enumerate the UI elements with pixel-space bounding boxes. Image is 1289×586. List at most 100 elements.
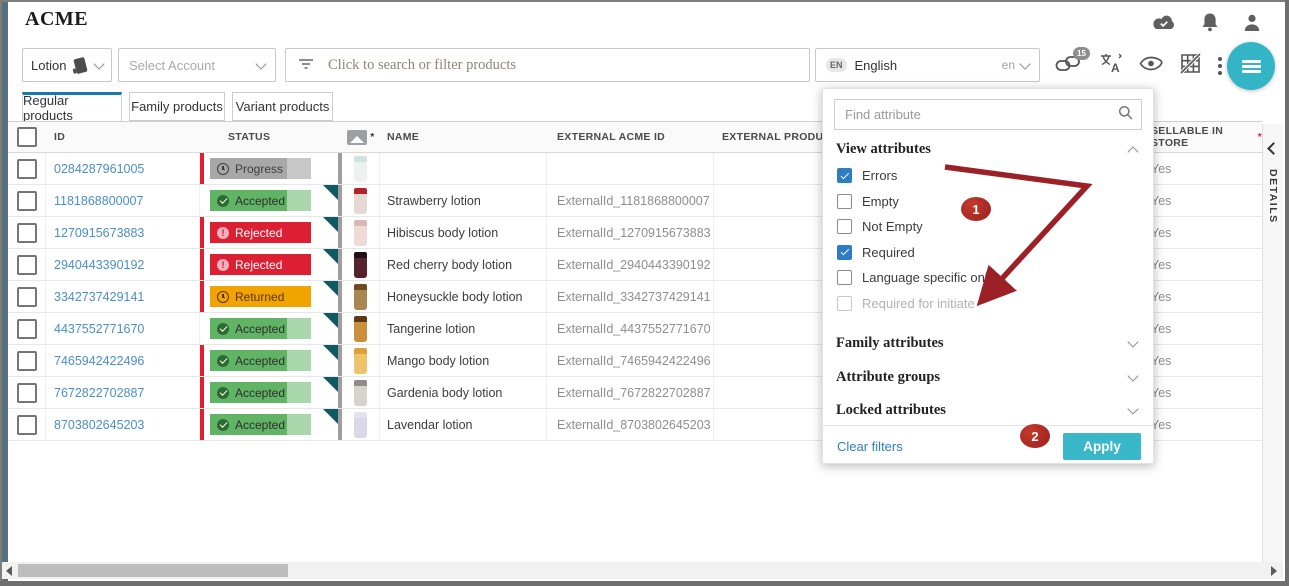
row-id-link[interactable]: 1270915673883 <box>54 226 144 240</box>
menu-fab-button[interactable] <box>1227 42 1275 90</box>
product-thumbnail[interactable] <box>354 220 367 246</box>
section-attribute-groups[interactable]: Attribute groups <box>836 369 1137 386</box>
app-logo: ACME <box>25 8 88 31</box>
col-header-image[interactable]: * <box>342 122 380 152</box>
chevron-down-icon <box>1019 58 1030 69</box>
status-badge: Accepted <box>210 414 311 435</box>
row-id-link[interactable]: 4437552771670 <box>54 322 144 336</box>
option-checkbox[interactable] <box>837 194 852 209</box>
col-header-name[interactable]: NAME <box>380 122 547 152</box>
option-label: Errors <box>862 168 897 183</box>
translate-icon[interactable]: A <box>1098 52 1122 79</box>
error-indicator <box>200 345 204 376</box>
product-thumbnail[interactable] <box>354 380 367 406</box>
app-window: ACME Lotion Select Account EN English en <box>0 0 1289 586</box>
col-header-status[interactable]: STATUS <box>200 122 338 152</box>
collapse-left-icon[interactable] <box>1267 142 1280 155</box>
cloud-sync-icon[interactable] <box>1151 13 1177 31</box>
col-header-id[interactable]: ID <box>46 122 200 152</box>
filter-option[interactable]: Errors <box>837 163 1139 189</box>
product-thumbnail[interactable] <box>354 348 367 374</box>
image-icon <box>347 130 367 145</box>
notifications-icon[interactable] <box>1201 12 1219 32</box>
status-icon <box>217 227 229 239</box>
more-options-icon[interactable] <box>1218 57 1222 75</box>
find-attribute-input[interactable] <box>843 106 1112 123</box>
filter-lines-icon[interactable] <box>298 58 314 73</box>
grid-slash-icon[interactable] <box>1180 53 1201 79</box>
filter-option[interactable]: Language specific only <box>837 265 1139 291</box>
option-checkbox[interactable] <box>837 296 852 311</box>
scroll-left-arrow[interactable] <box>6 566 12 576</box>
select-all-checkbox[interactable] <box>17 127 37 147</box>
filter-option[interactable]: Required for initiate <box>837 291 1139 317</box>
row-checkbox[interactable] <box>17 255 37 275</box>
language-short-code: en <box>1002 58 1015 72</box>
horizontal-scrollbar[interactable] <box>2 562 1283 579</box>
row-checkbox[interactable] <box>17 159 37 179</box>
filter-option[interactable]: Not Empty <box>837 214 1139 240</box>
clear-filters-link[interactable]: Clear filters <box>837 439 903 454</box>
window-frame <box>1285 0 1289 586</box>
status-icon <box>217 355 229 367</box>
status-badge: Accepted <box>210 318 311 339</box>
row-checkbox[interactable] <box>17 319 37 339</box>
row-checkbox[interactable] <box>17 223 37 243</box>
language-select[interactable]: EN English en <box>815 48 1040 82</box>
product-thumbnail[interactable] <box>354 284 367 310</box>
details-rail[interactable]: DETAILS <box>1262 124 1283 578</box>
language-value: English <box>855 58 898 73</box>
status-badge: Accepted <box>210 350 311 371</box>
product-thumbnail[interactable] <box>354 252 367 278</box>
apply-button[interactable]: Apply <box>1063 433 1141 460</box>
error-indicator <box>200 249 204 280</box>
row-checkbox[interactable] <box>17 287 37 307</box>
search-input[interactable] <box>326 56 797 75</box>
filter-option[interactable]: Required <box>837 240 1139 266</box>
chevron-down-icon <box>93 58 104 69</box>
row-id-link[interactable]: 0284287961005 <box>54 162 144 176</box>
row-checkbox[interactable] <box>17 415 37 435</box>
view-attributes-options: Errors Empty Not Empty Required Language… <box>837 163 1139 316</box>
row-id-link[interactable]: 7465942422496 <box>54 354 144 368</box>
user-icon[interactable] <box>1243 13 1261 32</box>
row-id-link[interactable]: 3342737429141 <box>54 290 144 304</box>
section-family-attributes[interactable]: Family attributes <box>836 335 1137 352</box>
workflow-flag <box>323 409 338 424</box>
status-badge: Accepted <box>210 190 311 211</box>
account-select[interactable]: Select Account <box>118 48 276 82</box>
col-header-external-acme-id[interactable]: EXTERNAL ACME ID <box>547 122 714 152</box>
section-view-attributes[interactable]: View attributes <box>836 141 1137 158</box>
workflow-flag <box>323 185 338 200</box>
product-thumbnail[interactable] <box>354 188 367 214</box>
scrollbar-thumb[interactable] <box>18 564 288 577</box>
product-thumbnail[interactable] <box>354 412 367 438</box>
section-locked-attributes[interactable]: Locked attributes <box>836 402 1137 419</box>
col-header-sellable[interactable]: SELLABLE IN STORE* <box>1147 122 1262 152</box>
scroll-right-arrow[interactable] <box>1271 566 1277 576</box>
link-icon[interactable]: 15 <box>1055 54 1081 77</box>
external-acme-id: ExternalId_4437552771670 <box>557 322 711 336</box>
preview-eye-icon[interactable] <box>1139 56 1163 76</box>
row-id-link[interactable]: 2940443390192 <box>54 258 144 272</box>
tab-variant-products[interactable]: Variant products <box>232 92 333 121</box>
row-checkbox[interactable] <box>17 383 37 403</box>
tab-family-products[interactable]: Family products <box>129 92 225 121</box>
row-id-link[interactable]: 8703802645203 <box>54 418 144 432</box>
collapsed-left-sidebar[interactable] <box>2 2 8 581</box>
option-checkbox[interactable] <box>837 270 852 285</box>
row-id-link[interactable]: 7672822702887 <box>54 386 144 400</box>
product-thumbnail[interactable] <box>354 316 367 342</box>
product-thumbnail[interactable] <box>354 156 367 182</box>
row-id-link[interactable]: 1181868800007 <box>54 194 143 208</box>
status-label: Accepted <box>235 418 285 432</box>
row-checkbox[interactable] <box>17 191 37 211</box>
workflow-flag <box>323 377 338 392</box>
option-checkbox[interactable] <box>837 245 852 260</box>
status-label: Rejected <box>235 258 282 272</box>
tab-regular-products[interactable]: Regular products <box>22 92 122 121</box>
row-checkbox[interactable] <box>17 351 37 371</box>
option-checkbox[interactable] <box>837 168 852 183</box>
product-type-select[interactable]: Lotion <box>22 48 112 82</box>
option-checkbox[interactable] <box>837 219 852 234</box>
